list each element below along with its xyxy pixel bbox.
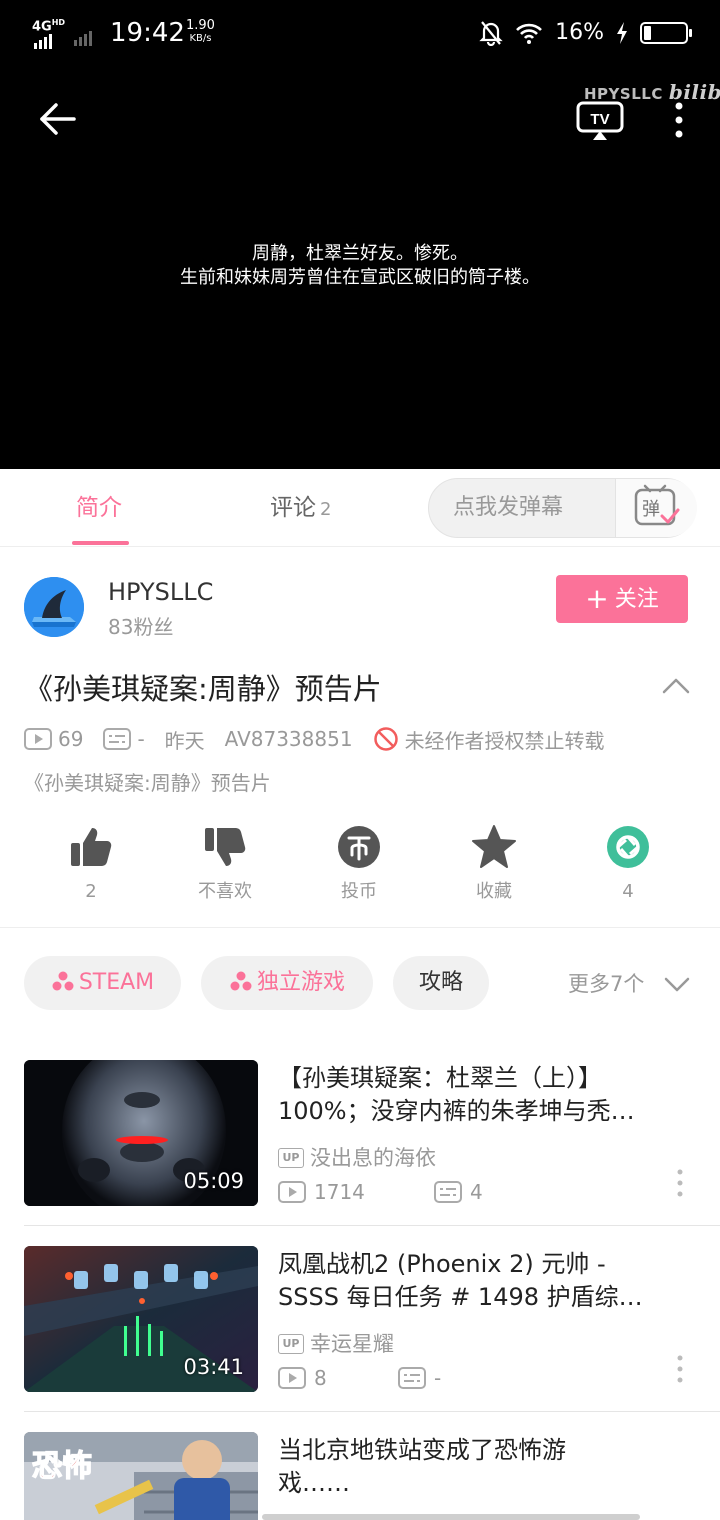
video-duration: 05:09 [183,1169,244,1193]
av-id: AV87338851 [224,727,353,751]
uploader-fans: 83粉丝 [108,615,174,639]
more-options-icon[interactable] [670,1354,690,1384]
cast-tv-button[interactable]: TV [576,100,624,142]
like-button[interactable]: 2 [31,824,151,904]
favorite-button[interactable]: 收藏 [434,824,554,904]
video-duration: 03:41 [183,1355,244,1379]
svg-text:TV: TV [590,111,609,128]
action-bar: 2 不喜欢 投币 收藏 4 [0,824,720,914]
up-badge-icon: UP [278,1148,304,1168]
follow-button[interactable]: + 关注 [556,575,688,623]
play-count-icon [278,1181,306,1203]
channel-icon [230,971,252,991]
danmaku-placeholder: 点我发弹幕 [453,495,564,520]
video-thumbnail[interactable]: 03:41 [24,1246,258,1392]
dislike-button[interactable]: 不喜欢 [165,824,285,904]
uploader-avatar[interactable] [24,577,84,637]
video-player[interactable]: 4GHD 19:42 1.90 KB/s 16% HPYSLLC bili TV… [0,0,720,469]
video-meta: 69 - 昨天 AV87338851 未经作者授权禁止转载 [24,724,625,754]
copyright-notice: 未经作者授权禁止转载 [404,728,605,753]
home-indicator [262,1514,640,1520]
video-subtitle: 周静，杜翠兰好友。惨死。 生前和妹妹周芳曾住在宣武区破旧的筒子楼。 [180,243,540,288]
thumbs-down-icon [205,828,246,866]
related-video-uploader: UP 没出息的海依 [278,1144,436,1172]
related-video-uploader: UP 幸运星耀 [278,1330,394,1358]
related-video-item[interactable]: 恐怖 当北京地铁站变成了恐怖游 戏…… [0,1432,720,1520]
thumbnail-image: 恐怖 [24,1432,258,1520]
section-divider [0,927,720,928]
video-title: 《孙美琪疑案:周静》预告片 [24,672,382,706]
tab-intro[interactable]: 简介 [76,493,122,523]
coin-label: 投币 [341,881,377,902]
related-video-item[interactable]: 03:41 凤凰战机2 (Phoenix 2) 元帅 - SSSS 每日任务 #… [0,1246,720,1432]
chevron-down-icon[interactable] [664,974,690,994]
related-video-stats: 1714 4 [278,1178,483,1206]
favorite-label: 收藏 [476,881,512,902]
related-video-title: 凤凰战机2 (Phoenix 2) 元帅 - SSSS 每日任务 # 1498 … [278,1250,643,1311]
related-video-title: 【孙美琪疑案：杜翠兰（上）】 100%；没穿内裤的朱孝坤与秃… [278,1064,635,1125]
svg-text:恐怖: 恐怖 [32,1449,92,1484]
back-arrow-icon[interactable] [34,96,80,142]
active-tab-indicator [72,541,129,545]
uploader-name[interactable]: HPYSLLC [108,576,213,608]
danmaku-count-icon [398,1367,426,1389]
clock: 19:42 [110,18,185,48]
publish-date: 昨天 [164,728,205,753]
share-button[interactable]: 4 [568,824,688,904]
shark-fin-icon [24,577,84,637]
charging-icon [617,22,627,44]
star-icon [472,825,516,868]
coin-button[interactable]: 投币 [299,824,419,904]
signal-strength-secondary-icon [74,27,94,46]
video-thumbnail[interactable]: 恐怖 [24,1432,258,1520]
chevron-up-icon[interactable] [660,674,692,698]
like-count: 2 [85,881,97,902]
network-speed: 1.90 KB/s [186,18,215,44]
play-count-icon [278,1367,306,1389]
list-divider [24,1411,720,1412]
tag-steam[interactable]: STEAM [24,956,181,1010]
play-count-icon [24,728,52,750]
plus-icon: + [585,582,609,615]
tv-cast-icon: TV [576,101,624,140]
related-video-stats: 8 - [278,1364,441,1392]
thumbs-up-icon [71,828,112,866]
coin-icon [338,826,380,868]
moments-share-icon [607,826,649,868]
dislike-label: 不喜欢 [198,881,252,902]
mute-bell-icon [479,21,503,46]
svg-text:弹: 弹 [642,499,660,520]
tab-comments[interactable]: 评论 2 [270,493,331,525]
status-bar: 4GHD 19:42 1.90 KB/s 16% [0,0,720,64]
tab-bar: 简介 评论 2 点我发弹幕 弹 [0,469,720,547]
no-repost-icon [373,727,398,751]
danmaku-count-icon [103,728,132,750]
danmaku-icon: 弹 [634,484,680,526]
list-divider [24,1225,720,1226]
signal-strength-icon [34,30,54,49]
danmaku-input[interactable]: 点我发弹幕 弹 [428,478,697,538]
tag-indie-game[interactable]: 独立游戏 [201,956,373,1010]
tag-guide[interactable]: 攻略 [393,956,489,1010]
wifi-icon [516,23,543,44]
more-tags-button[interactable]: 更多7个 [568,970,644,998]
battery-percent: 16% [555,20,604,45]
danmaku-count: - [137,727,145,751]
view-count: 69 [58,727,84,751]
up-badge-icon: UP [278,1334,304,1354]
danmaku-toggle-button[interactable]: 弹 [615,479,697,537]
channel-icon [52,971,74,991]
related-video-title: 当北京地铁站变成了恐怖游 戏…… [278,1436,566,1497]
related-video-item[interactable]: 05:09 【孙美琪疑案：杜翠兰（上）】 100%；没穿内裤的朱孝坤与秃… UP… [0,1060,720,1246]
more-options-icon[interactable] [670,1168,690,1198]
video-description: 《孙美琪疑案:周静》预告片 [24,771,271,795]
video-thumbnail[interactable]: 05:09 [24,1060,258,1206]
share-count: 4 [622,881,634,902]
battery-icon [640,22,692,44]
danmaku-count-icon [434,1181,462,1203]
more-options-icon[interactable] [664,100,694,142]
